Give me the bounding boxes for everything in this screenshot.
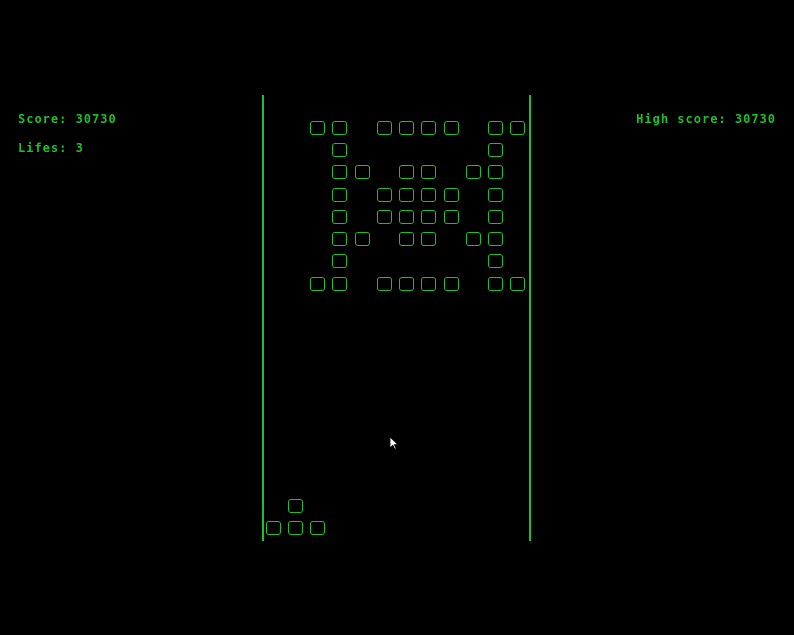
invader-block: [466, 165, 481, 179]
invader-block: [421, 232, 436, 246]
score-display: Score: 30730: [18, 112, 117, 126]
invader-block: [510, 121, 525, 135]
invader-block: [488, 165, 503, 179]
high-score-display: High score: 30730: [636, 112, 776, 126]
invader-block: [377, 210, 392, 224]
playfield-right-wall: [529, 95, 531, 541]
invader-block: [421, 188, 436, 202]
playfield-left-wall: [262, 95, 264, 541]
invader-block: [399, 210, 414, 224]
invader-block: [421, 165, 436, 179]
invader-block: [332, 143, 347, 157]
invader-block: [488, 121, 503, 135]
player-block: [310, 521, 325, 535]
invader-block: [332, 121, 347, 135]
invader-block: [310, 121, 325, 135]
invader-block: [510, 277, 525, 291]
invader-block: [488, 277, 503, 291]
player-block: [288, 499, 303, 513]
invader-block: [399, 188, 414, 202]
invader-block: [332, 210, 347, 224]
invader-block: [399, 277, 414, 291]
lives-display: Lifes: 3: [18, 141, 84, 155]
invader-block: [332, 188, 347, 202]
invader-block: [332, 165, 347, 179]
invader-block: [421, 277, 436, 291]
invader-block: [355, 165, 370, 179]
invader-block: [399, 121, 414, 135]
player-block: [288, 521, 303, 535]
invader-block: [355, 232, 370, 246]
invader-block: [488, 188, 503, 202]
game-screen[interactable]: Score: 30730 Lifes: 3 High score: 30730: [0, 0, 794, 635]
invader-block: [488, 210, 503, 224]
invader-block: [377, 121, 392, 135]
invader-block: [332, 232, 347, 246]
invader-block: [466, 232, 481, 246]
invader-block: [332, 277, 347, 291]
invader-block: [421, 121, 436, 135]
player-block: [266, 521, 281, 535]
invader-block: [399, 165, 414, 179]
invader-block: [399, 232, 414, 246]
invader-block: [377, 188, 392, 202]
invader-block: [488, 232, 503, 246]
invader-block: [444, 188, 459, 202]
invader-block: [377, 277, 392, 291]
invader-block: [310, 277, 325, 291]
invader-block: [332, 254, 347, 268]
invader-block: [444, 121, 459, 135]
invader-block: [488, 254, 503, 268]
invader-block: [444, 210, 459, 224]
invader-block: [488, 143, 503, 157]
mouse-pointer-icon: [389, 436, 399, 450]
invader-block: [421, 210, 436, 224]
invader-block: [444, 277, 459, 291]
